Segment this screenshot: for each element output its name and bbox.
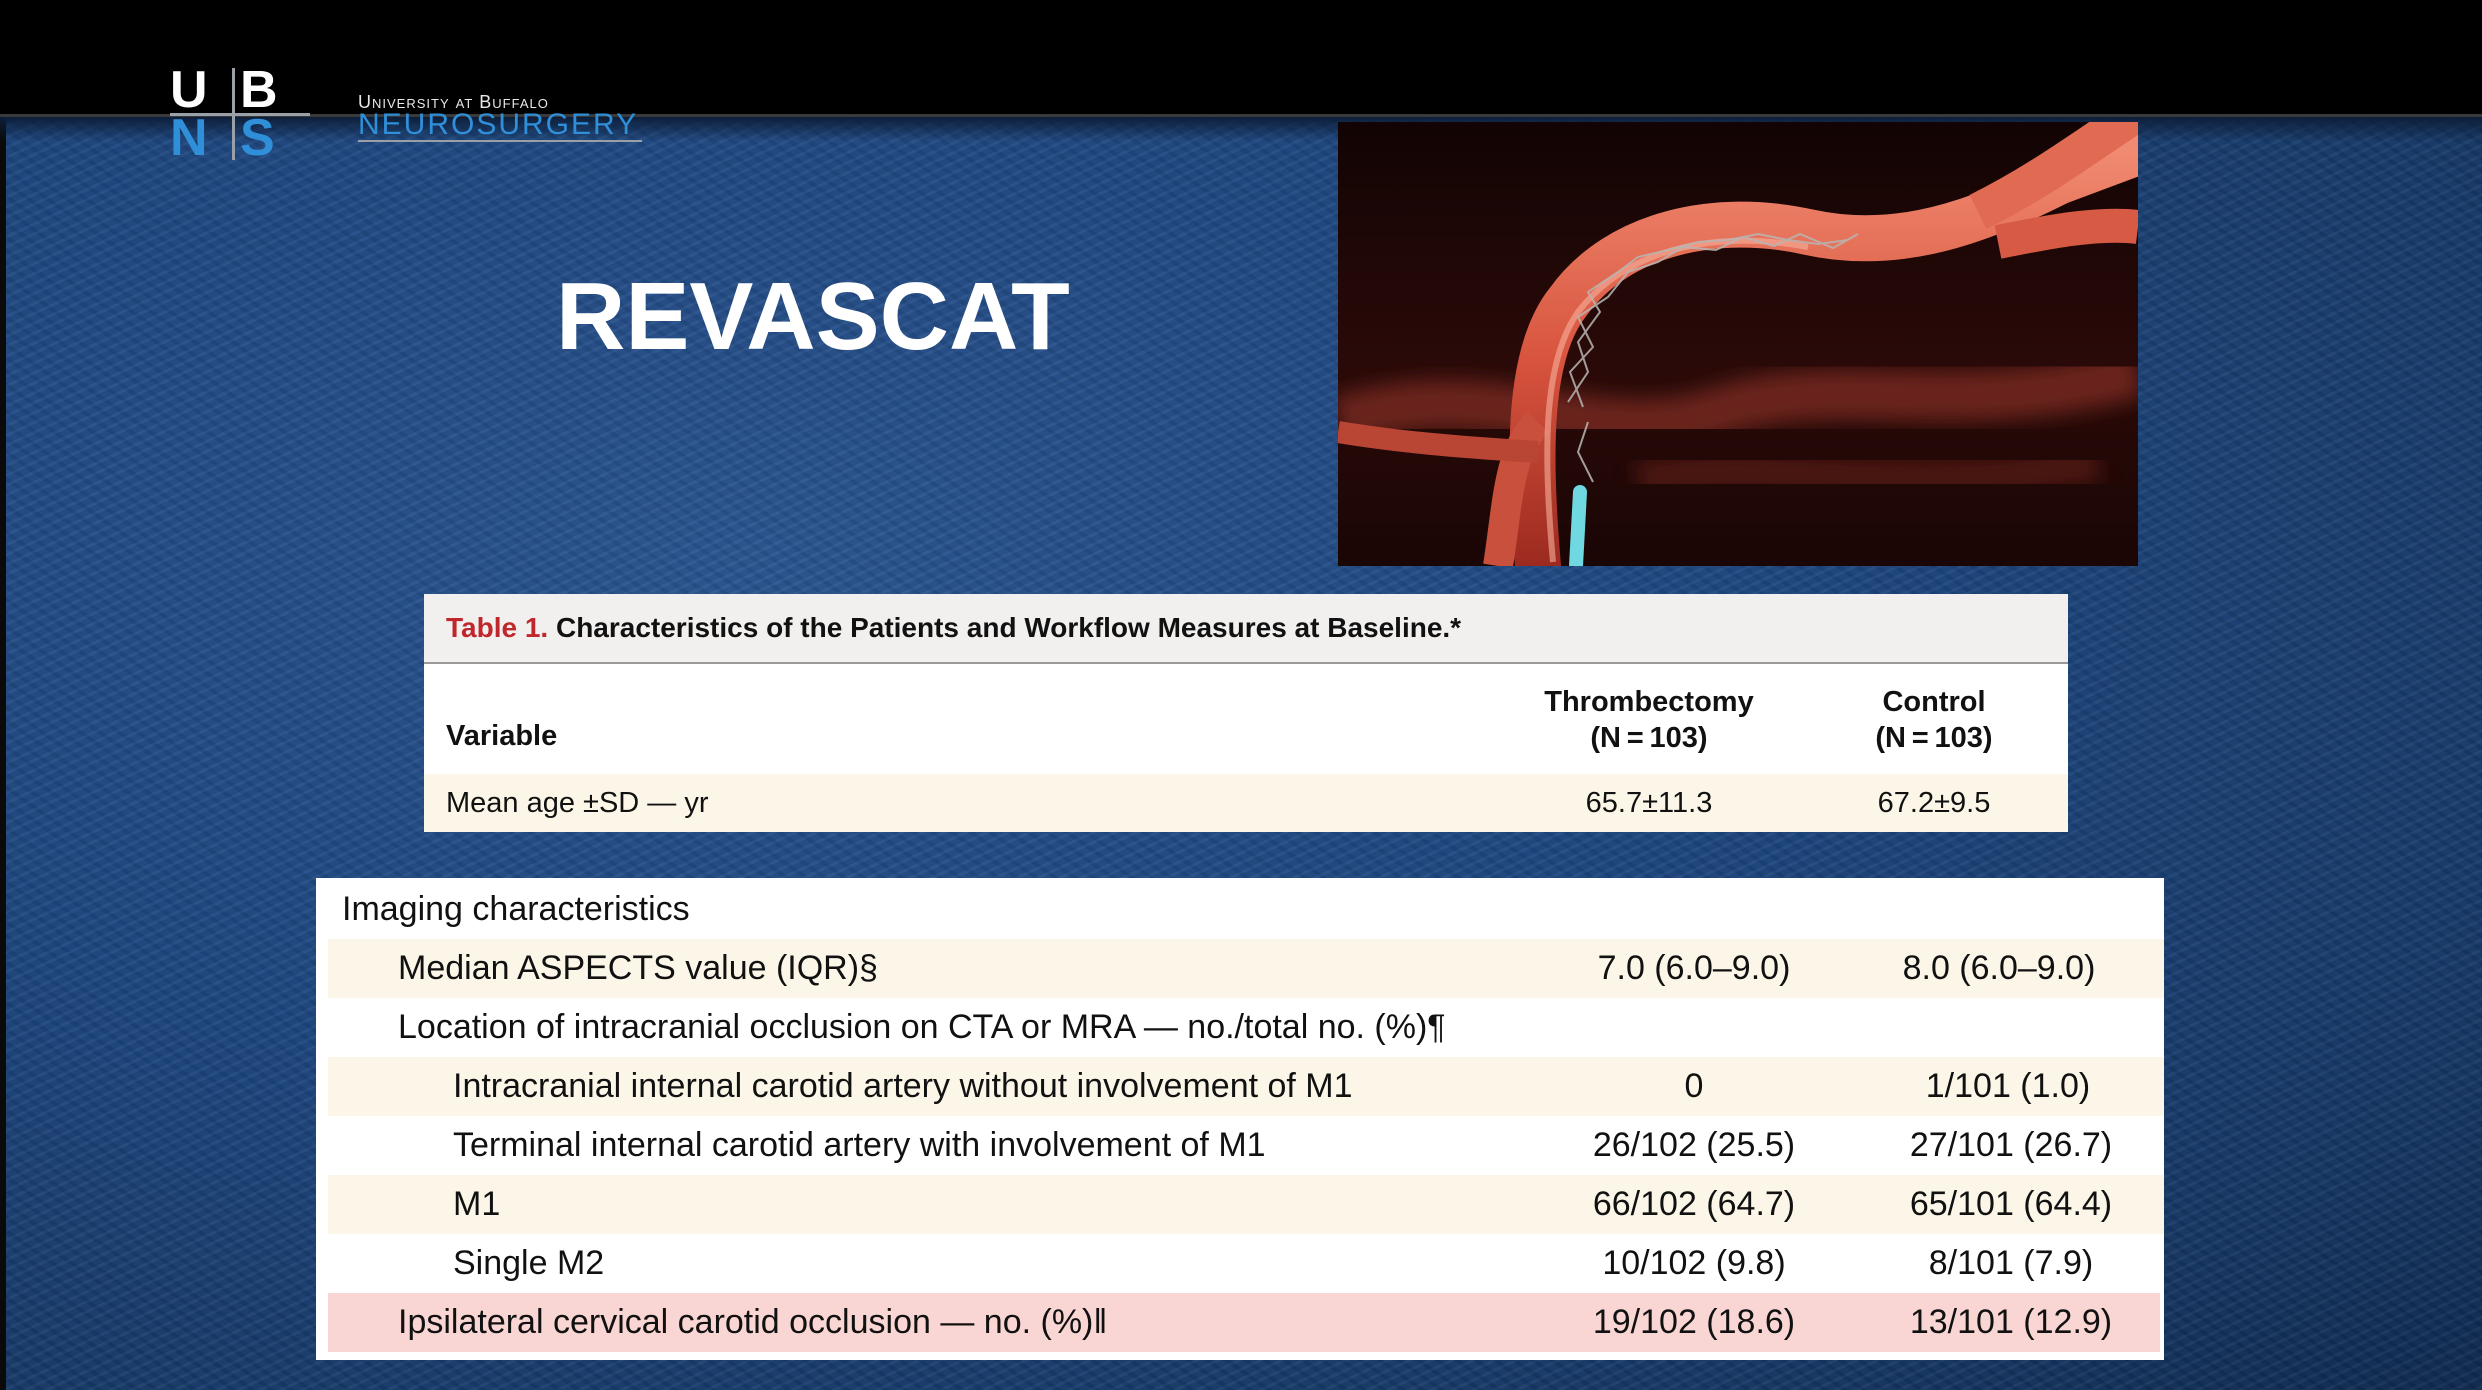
row-label: Intracranial internal carotid artery wit… xyxy=(453,1067,1353,1105)
baseline-table: Table 1. Characteristics of the Patients… xyxy=(424,594,2068,832)
row-thrombectomy-value: 10/102 (9.8) xyxy=(1602,1244,1786,1282)
header-control: Control (N = 103) xyxy=(1844,684,2024,756)
table-row: Location of intracranial occlusion on CT… xyxy=(316,998,2164,1057)
imaging-table: Imaging characteristics Median ASPECTS v… xyxy=(316,878,2164,1360)
logo-letter-n: N xyxy=(170,109,208,167)
row-control-value: 8.0 (6.0–9.0) xyxy=(1902,949,2096,987)
table-row: Single M2 10/102 (9.8) 8/101 (7.9) xyxy=(316,1234,2164,1293)
logo-letter-u: U xyxy=(170,61,208,119)
table-row-highlighted: Ipsilateral cervical carotid occlusion —… xyxy=(328,1293,2160,1352)
logo-department-text: NEUROSURGERY xyxy=(358,110,643,142)
artery-stent-illustration xyxy=(1338,122,2138,566)
table-caption-label: Table 1. xyxy=(446,612,549,643)
header-thrombectomy-name: Thrombectomy xyxy=(1544,686,1754,718)
row-control-value: 67.2±9.5 xyxy=(1877,787,1991,819)
table-row: Median ASPECTS value (IQR)§ 7.0 (6.0–9.0… xyxy=(328,939,2164,998)
row-label: Location of intracranial occlusion on CT… xyxy=(398,1008,1446,1046)
table-caption-text: Characteristics of the Patients and Work… xyxy=(555,612,1462,643)
table-row: Intracranial internal carotid artery wit… xyxy=(328,1057,2164,1116)
row-thrombectomy-value: 0 xyxy=(1684,1067,1704,1105)
row-label: Ipsilateral cervical carotid occlusion —… xyxy=(398,1303,1108,1341)
row-control-value: 65/101 (64.4) xyxy=(1909,1185,2113,1223)
slide-title: REVASCAT xyxy=(556,263,1070,370)
artery-illustration-svg xyxy=(1338,122,2138,566)
row-thrombectomy-value: 26/102 (25.5) xyxy=(1592,1126,1796,1164)
logo-letter-s: S xyxy=(240,109,275,167)
header-thrombectomy-n: (N = 103) xyxy=(1590,722,1708,754)
row-control-value: 27/101 (26.7) xyxy=(1909,1126,2113,1164)
table-row: Terminal internal carotid artery with in… xyxy=(316,1116,2164,1175)
row-thrombectomy-value: 19/102 (18.6) xyxy=(1592,1303,1796,1341)
row-label: Mean age ±SD — yr xyxy=(446,787,709,819)
row-thrombectomy-value: 66/102 (64.7) xyxy=(1592,1185,1796,1223)
table-row: Imaging characteristics xyxy=(316,880,2164,939)
left-edge-strip xyxy=(0,0,6,1390)
logo-mark: U B N S xyxy=(170,61,310,167)
row-label: M1 xyxy=(453,1185,501,1223)
row-control-value: 8/101 (7.9) xyxy=(1928,1244,2094,1282)
row-thrombectomy-value: 7.0 (6.0–9.0) xyxy=(1597,949,1791,987)
row-control-value: 1/101 (1.0) xyxy=(1925,1067,2091,1105)
ubns-logo: U B N S University at Buffalo NEUROSURGE… xyxy=(170,61,730,168)
table-row: M1 66/102 (64.7) 65/101 (64.4) xyxy=(328,1175,2164,1234)
table-caption: Table 1. Characteristics of the Patients… xyxy=(424,594,2068,664)
row-label: Imaging characteristics xyxy=(342,890,690,928)
row-label: Median ASPECTS value (IQR)§ xyxy=(398,949,878,987)
row-label: Terminal internal carotid artery with in… xyxy=(453,1126,1266,1164)
logo-horizontal-rule xyxy=(170,113,310,116)
row-thrombectomy-value: 65.7±11.3 xyxy=(1585,787,1713,819)
table-row: Mean age ±SD — yr 65.7±11.3 67.2±9.5 xyxy=(424,774,2068,832)
header-control-n: (N = 103) xyxy=(1875,722,1993,754)
header-control-name: Control xyxy=(1882,686,1986,718)
row-label: Single M2 xyxy=(453,1244,605,1282)
header-thrombectomy: Thrombectomy (N = 103) xyxy=(1514,684,1784,756)
row-control-value: 13/101 (12.9) xyxy=(1909,1303,2113,1341)
logo-letter-b: B xyxy=(240,61,278,119)
header-variable: Variable xyxy=(446,720,558,752)
